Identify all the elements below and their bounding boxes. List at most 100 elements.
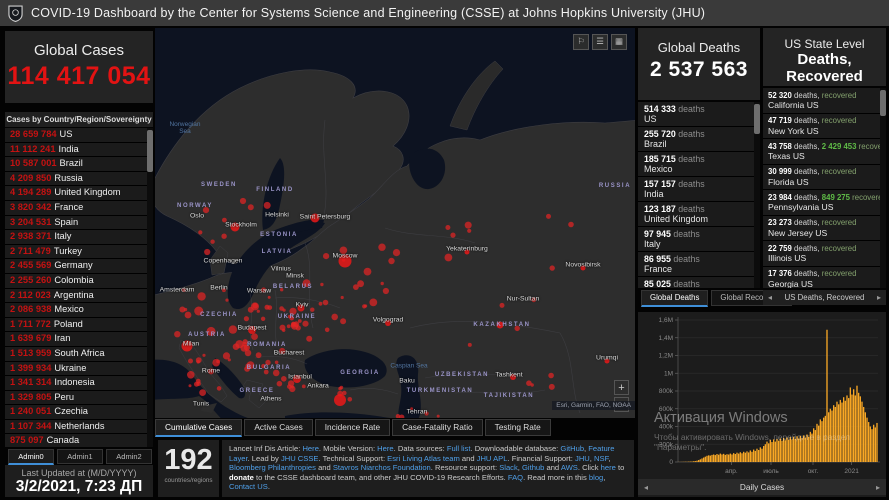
us-state-row[interactable]: 52 320 deaths, recovered California US <box>763 88 886 114</box>
cases-row[interactable]: 1 341 314 Indonesia <box>5 376 153 391</box>
link-nsf[interactable]: NSF <box>594 454 608 463</box>
name: Colombia <box>54 274 94 285</box>
link-here[interactable]: here <box>601 463 616 472</box>
carousel-prev-icon[interactable]: ◂ <box>768 293 772 302</box>
cases-row[interactable]: 875 097 Canada <box>5 434 153 447</box>
zoom-in-button[interactable]: + <box>614 380 629 395</box>
link-here[interactable]: Here <box>377 444 393 453</box>
basemap-icon[interactable]: ▦ <box>611 34 627 50</box>
map-tab-cumulative-cases[interactable]: Cumulative Cases <box>155 419 243 437</box>
name: Brazil <box>59 158 83 169</box>
cases-row[interactable]: 2 711 479 Turkey <box>5 244 153 260</box>
carousel-next-icon[interactable]: ▸ <box>877 293 881 302</box>
cases-row[interactable]: 3 820 342 France <box>5 200 153 216</box>
deaths-by-country-list[interactable]: 514 333 deaths US 255 720 deaths Brazil 185 … <box>638 102 760 288</box>
cases-row[interactable]: 1 399 934 Ukraine <box>5 361 153 377</box>
link-jhu-apl[interactable]: JHU APL <box>477 454 508 463</box>
num: 4 194 289 <box>10 187 52 198</box>
legend-icon[interactable]: ☰ <box>592 34 608 50</box>
cases-row[interactable]: 2 455 569 Germany <box>5 259 153 274</box>
cases-by-country-list[interactable]: 28 659 784 US 11 112 241 India 10 587 001 Bra… <box>5 128 153 447</box>
scrollbar[interactable] <box>880 88 886 288</box>
num: 1 513 959 <box>10 347 52 358</box>
carousel-next-icon[interactable]: ▸ <box>876 483 880 492</box>
cases-row[interactable]: 1 329 805 Peru <box>5 390 153 406</box>
us-state-row[interactable]: 23 273 deaths, recovered New Jersey US <box>763 215 886 241</box>
us-row-state: New York US <box>768 125 819 136</box>
link-contact-us[interactable]: Contact US <box>229 482 268 491</box>
rword: recovered <box>821 269 857 278</box>
link-stavros-niarchos-foundation[interactable]: Stavros Niarchos Foundation <box>333 463 431 472</box>
deaths-row[interactable]: 85 025 deathsRussia <box>638 277 760 288</box>
tab-admin0[interactable]: Admin0 <box>8 449 54 465</box>
deaths-row[interactable]: 255 720 deaths Brazil <box>638 127 760 152</box>
us-row-state: Florida US <box>768 176 809 187</box>
deaths-row[interactable]: 185 715 deaths Mexico <box>638 152 760 177</box>
us-state-row[interactable]: 17 376 deaths, recovered Georgia US <box>763 266 886 288</box>
deaths-row[interactable]: 123 187 deaths United Kingdom <box>638 202 760 227</box>
name: Turkey <box>53 245 82 256</box>
link-github[interactable]: GitHub <box>560 444 584 453</box>
world-map[interactable]: Norwegian Sea Caspian Sea NORWAY SWEDEN FINL… <box>155 28 635 418</box>
footer-notes: Lancet Inf Dis Article: Here. Mobile Ver… <box>222 440 634 497</box>
cases-row[interactable]: 28 659 784 US <box>5 128 153 143</box>
map-tab-active-cases[interactable]: Active Cases <box>244 419 313 436</box>
link-jhu-csse[interactable]: JHU CSSE <box>281 454 319 463</box>
scrollbar[interactable] <box>147 128 153 447</box>
cases-row[interactable]: 1 639 679 Iran <box>5 332 153 347</box>
link-esri-living-atlas-team[interactable]: Esri Living Atlas team <box>387 454 460 463</box>
map-tab-case-fatality-ratio[interactable]: Case-Fatality Ratio <box>392 419 483 436</box>
link-blog[interactable]: blog <box>589 473 603 482</box>
us-state-row[interactable]: 43 758 deaths, 2 429 453 recoveredTexas … <box>763 139 886 165</box>
num: 1 240 051 <box>10 406 52 417</box>
us-state-row[interactable]: 30 999 deaths, recovered Florida US <box>763 164 886 190</box>
map-tab-incidence-rate[interactable]: Incidence Rate <box>314 419 391 436</box>
cases-row[interactable]: 4 209 850 Russia <box>5 171 153 187</box>
cases-row[interactable]: 1 711 772 Poland <box>5 317 153 333</box>
us-state-row[interactable]: 22 759 deaths, recovered Illinois US <box>763 241 886 267</box>
us-state-row[interactable]: 23 984 deaths, 849 275 recovered Pennsylv… <box>763 190 886 216</box>
deaths-row[interactable]: 86 955 deaths France <box>638 252 760 277</box>
tab-admin2[interactable]: Admin2 <box>106 449 152 464</box>
link-jhu[interactable]: JHU <box>575 454 590 463</box>
map-canvas <box>155 28 635 418</box>
cases-row[interactable]: 1 107 344 Netherlands <box>5 419 153 435</box>
us-states-list[interactable]: 52 320 deaths, recovered California US 47 … <box>763 88 886 288</box>
map-tab-testing-rate[interactable]: Testing Rate <box>484 419 551 436</box>
note-text: donate <box>229 472 254 482</box>
cases-row[interactable]: 10 587 001 Brazil <box>5 157 153 172</box>
chart-title: Daily Cases <box>739 482 785 492</box>
svg-text:1M: 1M <box>664 370 673 377</box>
cases-row[interactable]: 3 204 531 Spain <box>5 215 153 231</box>
link-here[interactable]: Here <box>302 444 318 453</box>
last-updated-label: Last Updated at (M/D/YYYY) <box>21 468 137 478</box>
cases-row[interactable]: 2 086 938 Mexico <box>5 303 153 318</box>
deaths-row-line1: 123 187 deaths <box>644 204 755 214</box>
deaths-row[interactable]: 157 157 deaths India <box>638 177 760 202</box>
cases-row[interactable]: 4 194 289 United Kingdom <box>5 186 153 201</box>
us-state-row[interactable]: 47 719 deaths, recovered New York US <box>763 113 886 139</box>
dnum: 43 758 <box>768 141 792 151</box>
link-slack[interactable]: Slack <box>499 463 518 472</box>
link-full-list[interactable]: Full list <box>447 444 471 453</box>
deaths-row[interactable]: 514 333 deaths US <box>638 102 760 127</box>
link-aws[interactable]: AWS <box>561 463 578 472</box>
cases-row[interactable]: 1 240 051 Czechia <box>5 405 153 420</box>
note-text: . <box>267 482 270 492</box>
bookmark-icon[interactable]: ⚐ <box>573 34 589 50</box>
cases-row[interactable]: 2 938 371 Italy <box>5 230 153 245</box>
dword: deaths <box>670 254 700 264</box>
scrollbar[interactable] <box>754 102 760 288</box>
link-bloomberg-philanthropies[interactable]: Bloomberg Philanthropies <box>229 463 316 472</box>
link-github[interactable]: Github <box>522 463 544 472</box>
tab-global-deaths[interactable]: Global Deaths <box>641 290 709 307</box>
link-faq[interactable]: FAQ <box>508 473 523 482</box>
dnum: 17 376 <box>768 269 792 278</box>
deaths-row[interactable]: 97 945 deaths Italy <box>638 227 760 252</box>
cases-row[interactable]: 1 513 959 South Africa <box>5 346 153 362</box>
cases-row[interactable]: 2 255 260 Colombia <box>5 273 153 289</box>
cases-row[interactable]: 2 112 023 Argentina <box>5 288 153 304</box>
cases-row[interactable]: 11 112 241 India <box>5 142 153 158</box>
carousel-prev-icon[interactable]: ◂ <box>644 483 648 492</box>
tab-admin1[interactable]: Admin1 <box>57 449 103 464</box>
